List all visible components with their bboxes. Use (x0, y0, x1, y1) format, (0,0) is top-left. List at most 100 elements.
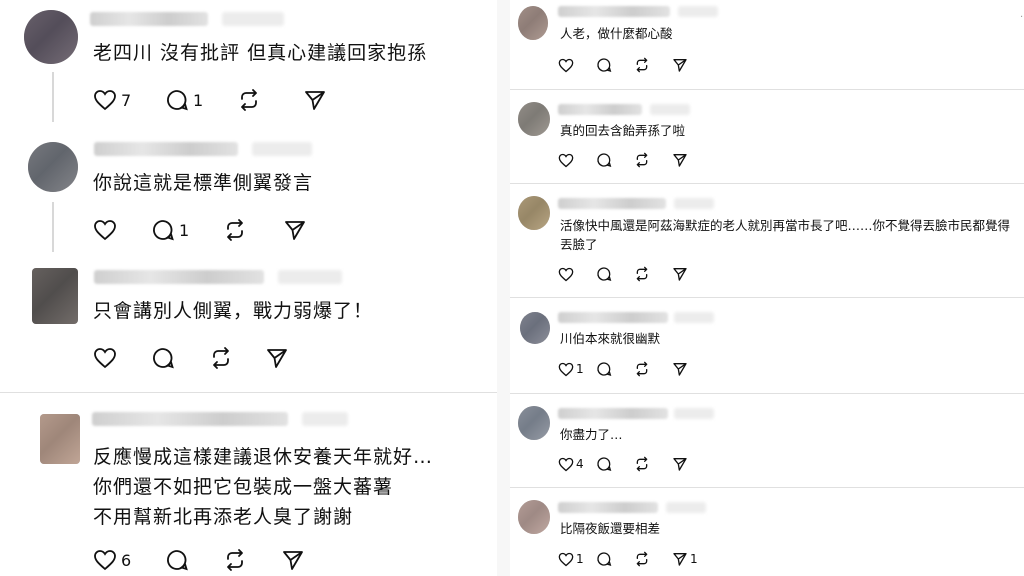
repost-icon (223, 548, 247, 572)
share-button[interactable] (672, 266, 688, 282)
send-icon (283, 218, 307, 242)
repost-button[interactable] (634, 551, 672, 567)
reply-button[interactable] (596, 551, 634, 567)
share-button[interactable] (265, 346, 289, 370)
like-button[interactable]: 6 (93, 549, 165, 571)
comment-actions: 1 (93, 218, 307, 242)
comment-actions: 7 1 (93, 88, 327, 112)
blurred-timestamp (678, 6, 718, 17)
heart-icon (558, 58, 574, 73)
reply-button[interactable] (596, 152, 634, 168)
heart-icon (558, 362, 574, 377)
like-button[interactable] (558, 153, 596, 168)
comment-actions (558, 152, 688, 168)
avatar[interactable] (518, 406, 550, 440)
repost-button[interactable] (634, 361, 672, 377)
comment-item: 你說這就是標準側翼發言 1 (0, 130, 497, 260)
like-count: 6 (121, 550, 132, 570)
reply-button[interactable] (151, 346, 209, 370)
share-button[interactable] (303, 88, 327, 112)
like-button[interactable] (558, 58, 596, 73)
repost-button[interactable] (634, 266, 672, 282)
like-button[interactable]: 1 (558, 362, 596, 377)
share-button[interactable] (672, 361, 688, 377)
blurred-timestamp (252, 142, 312, 156)
send-icon (281, 548, 305, 572)
comment-actions (93, 346, 289, 370)
repost-button[interactable] (634, 152, 672, 168)
avatar[interactable] (518, 500, 550, 534)
comment-bubble-icon (151, 346, 175, 370)
like-button[interactable] (93, 219, 151, 241)
comment-item: 只會講別人側翼，戰力弱爆了！ (0, 260, 497, 390)
blurred-username (558, 502, 658, 513)
share-button[interactable] (281, 548, 305, 572)
reply-button[interactable] (596, 456, 634, 472)
repost-button[interactable] (634, 456, 672, 472)
send-icon (672, 456, 688, 472)
avatar[interactable] (518, 196, 550, 230)
repost-button[interactable] (223, 218, 283, 242)
comment-text: 反應慢成這樣建議退休安養天年就好… 你們還不如把它包裝成一盤大蕃薯 不用幫新北再… (93, 446, 434, 528)
avatar[interactable] (24, 10, 78, 64)
comment-item: 川伯本來就很幽默 1 (510, 300, 1024, 392)
reply-button[interactable]: 1 (165, 88, 237, 112)
repost-button[interactable] (634, 57, 672, 73)
repost-icon (209, 346, 233, 370)
reply-button[interactable] (596, 57, 634, 73)
reply-button[interactable] (596, 361, 634, 377)
like-button[interactable]: 7 (93, 89, 165, 111)
comment-bubble-icon (596, 361, 612, 377)
avatar[interactable] (518, 102, 550, 136)
panel-separator (497, 0, 510, 576)
send-icon (265, 346, 289, 370)
comment-bubble-icon (596, 152, 612, 168)
blurred-timestamp (674, 198, 714, 209)
like-count: 4 (576, 457, 584, 471)
thread-line (52, 72, 54, 122)
avatar[interactable] (520, 312, 550, 344)
share-button[interactable] (672, 456, 688, 472)
reply-button[interactable] (165, 548, 223, 572)
like-button[interactable] (558, 267, 596, 282)
comment-text: 你說這就是標準側翼發言 (93, 172, 314, 194)
comment-text: 川伯本來就很幽默 (560, 331, 661, 346)
like-button[interactable]: 4 (558, 457, 596, 472)
comment-item: 老四川 沒有批評 但真心建議回家抱孫 7 1 (0, 0, 497, 130)
reply-button[interactable]: 1 (151, 218, 223, 242)
comment-bubble-icon (596, 551, 612, 567)
divider (510, 393, 1024, 394)
avatar[interactable] (518, 6, 548, 40)
blurred-username (558, 198, 666, 209)
blurred-username (94, 270, 264, 284)
comment-bubble-icon (165, 88, 189, 112)
avatar[interactable] (28, 142, 78, 192)
repost-button[interactable] (209, 346, 265, 370)
divider (510, 89, 1024, 90)
comment-text: 人老，做什麼都心酸 (560, 26, 673, 41)
share-button[interactable]: 1 (672, 551, 698, 567)
like-button[interactable]: 1 (558, 552, 596, 567)
share-count: 1 (690, 552, 698, 566)
comment-text: 活像快中風還是阿茲海默症的老人就別再當市長了吧……你不覺得丟臉市民都覺得 丟臉了 (560, 218, 1011, 252)
blurred-timestamp (666, 502, 706, 513)
right-comment-panel: 人老，做什麼都心酸 · 真的回去含飴弄孫了啦 活像快中風還是阿茲海默症的老人就別… (510, 0, 1024, 576)
share-button[interactable] (283, 218, 307, 242)
repost-button[interactable] (223, 548, 281, 572)
reply-button[interactable] (596, 266, 634, 282)
thread-line (52, 202, 54, 252)
share-button[interactable] (672, 57, 688, 73)
repost-button[interactable] (237, 88, 303, 112)
more-icon[interactable]: · (1020, 12, 1024, 23)
avatar[interactable] (40, 414, 80, 464)
heart-icon (558, 153, 574, 168)
comment-text: 老四川 沒有批評 但真心建議回家抱孫 (93, 42, 428, 64)
divider (510, 183, 1024, 184)
avatar[interactable] (32, 268, 78, 324)
send-icon (672, 551, 688, 567)
share-button[interactable] (672, 152, 688, 168)
like-button[interactable] (93, 347, 151, 369)
divider (510, 487, 1024, 488)
blurred-username (558, 312, 668, 323)
comment-bubble-icon (165, 548, 189, 572)
